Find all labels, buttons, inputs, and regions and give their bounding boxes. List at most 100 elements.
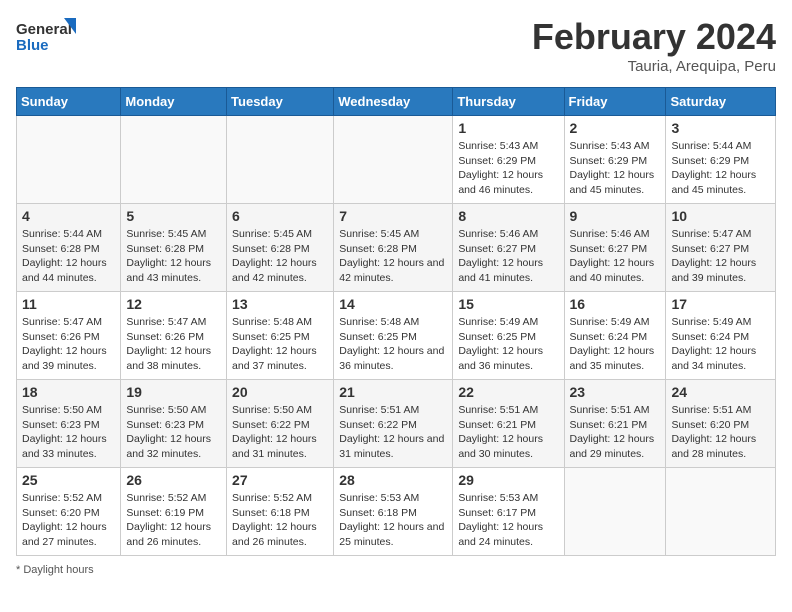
- calendar-cell: 21Sunrise: 5:51 AM Sunset: 6:22 PM Dayli…: [334, 380, 453, 468]
- title-area: February 2024 Tauria, Arequipa, Peru: [532, 16, 776, 75]
- day-info: Sunrise: 5:52 AM Sunset: 6:18 PM Dayligh…: [232, 491, 328, 550]
- day-number: 18: [22, 384, 115, 400]
- calendar-cell: 1 Sunrise: 5:43 AM Sunset: 6:29 PM Daylig…: [453, 116, 564, 204]
- day-info: Sunrise: 5:47 AM Sunset: 6:26 PM Dayligh…: [22, 315, 115, 374]
- calendar-header: SundayMondayTuesdayWednesdayThursdayFrid…: [17, 88, 776, 116]
- header-cell-friday: Friday: [564, 88, 666, 116]
- header: General Blue February 2024 Tauria, Arequ…: [16, 16, 776, 75]
- calendar-cell: 28 Sunrise: 5:53 AM Sunset: 6:18 PM Dayli…: [334, 468, 453, 556]
- day-info: Sunrise: 5:47 AM Sunset: 6:26 PM Dayligh…: [126, 315, 221, 374]
- day-number: 26: [126, 472, 221, 488]
- calendar-cell: [666, 468, 776, 556]
- header-cell-wednesday: Wednesday: [334, 88, 453, 116]
- day-info: Sunrise: 5:45 AM Sunset: 6:28 PM Dayligh…: [126, 227, 221, 286]
- calendar-cell: [334, 116, 453, 204]
- calendar-cell: 22 Sunrise: 5:51 AM Sunset: 6:21 PM Dayli…: [453, 380, 564, 468]
- day-number: 22: [458, 384, 558, 400]
- day-info: Sunrise: 5:48 AM Sunset: 6:25 PM Dayligh…: [339, 315, 447, 374]
- calendar-cell: 3Sunrise: 5:44 AM Sunset: 6:29 PM Daylig…: [666, 116, 776, 204]
- calendar-cell: 7 Sunrise: 5:45 AM Sunset: 6:28 PM Daylig…: [334, 204, 453, 292]
- calendar-cell: 11 Sunrise: 5:47 AM Sunset: 6:26 PM Dayli…: [17, 292, 121, 380]
- calendar-cell: 19Sunrise: 5:50 AM Sunset: 6:23 PM Dayli…: [121, 380, 227, 468]
- svg-text:General: General: [16, 21, 72, 38]
- calendar-cell: 20 Sunrise: 5:50 AM Sunset: 6:22 PM Dayli…: [227, 380, 334, 468]
- day-info: Sunrise: 5:46 AM Sunset: 6:27 PM Dayligh…: [570, 227, 661, 286]
- svg-text:Blue: Blue: [16, 37, 49, 54]
- calendar-cell: 6 Sunrise: 5:45 AM Sunset: 6:28 PM Daylig…: [227, 204, 334, 292]
- day-number: 27: [232, 472, 328, 488]
- calendar-body: 1 Sunrise: 5:43 AM Sunset: 6:29 PM Daylig…: [17, 116, 776, 556]
- calendar-cell: 5Sunrise: 5:45 AM Sunset: 6:28 PM Daylig…: [121, 204, 227, 292]
- calendar-cell: 9 Sunrise: 5:46 AM Sunset: 6:27 PM Daylig…: [564, 204, 666, 292]
- header-cell-monday: Monday: [121, 88, 227, 116]
- day-info: Sunrise: 5:47 AM Sunset: 6:27 PM Dayligh…: [671, 227, 770, 286]
- calendar-cell: [227, 116, 334, 204]
- calendar-cell: 13Sunrise: 5:48 AM Sunset: 6:25 PM Dayli…: [227, 292, 334, 380]
- calendar-cell: 27 Sunrise: 5:52 AM Sunset: 6:18 PM Dayli…: [227, 468, 334, 556]
- day-info: Sunrise: 5:51 AM Sunset: 6:21 PM Dayligh…: [458, 403, 558, 462]
- week-row-2: 4 Sunrise: 5:44 AM Sunset: 6:28 PM Daylig…: [17, 204, 776, 292]
- calendar-cell: 2Sunrise: 5:43 AM Sunset: 6:29 PM Daylig…: [564, 116, 666, 204]
- calendar-cell: 8 Sunrise: 5:46 AM Sunset: 6:27 PM Daylig…: [453, 204, 564, 292]
- calendar-cell: 26 Sunrise: 5:52 AM Sunset: 6:19 PM Dayli…: [121, 468, 227, 556]
- week-row-5: 25Sunrise: 5:52 AM Sunset: 6:20 PM Dayli…: [17, 468, 776, 556]
- day-info: Sunrise: 5:44 AM Sunset: 6:28 PM Dayligh…: [22, 227, 115, 286]
- calendar-cell: 24Sunrise: 5:51 AM Sunset: 6:20 PM Dayli…: [666, 380, 776, 468]
- day-info: Sunrise: 5:52 AM Sunset: 6:19 PM Dayligh…: [126, 491, 221, 550]
- day-number: 20: [232, 384, 328, 400]
- day-info: Sunrise: 5:46 AM Sunset: 6:27 PM Dayligh…: [458, 227, 558, 286]
- day-number: 28: [339, 472, 447, 488]
- header-cell-thursday: Thursday: [453, 88, 564, 116]
- day-info: Sunrise: 5:50 AM Sunset: 6:23 PM Dayligh…: [22, 403, 115, 462]
- calendar-cell: [564, 468, 666, 556]
- day-number: 7: [339, 208, 447, 224]
- calendar-cell: 15 Sunrise: 5:49 AM Sunset: 6:25 PM Dayli…: [453, 292, 564, 380]
- calendar-cell: 12 Sunrise: 5:47 AM Sunset: 6:26 PM Dayli…: [121, 292, 227, 380]
- header-cell-tuesday: Tuesday: [227, 88, 334, 116]
- day-number: 8: [458, 208, 558, 224]
- day-number: 3: [671, 120, 770, 136]
- day-info: Sunrise: 5:45 AM Sunset: 6:28 PM Dayligh…: [339, 227, 447, 286]
- header-row: SundayMondayTuesdayWednesdayThursdayFrid…: [17, 88, 776, 116]
- day-number: 6: [232, 208, 328, 224]
- day-info: Sunrise: 5:50 AM Sunset: 6:22 PM Dayligh…: [232, 403, 328, 462]
- calendar-cell: 25Sunrise: 5:52 AM Sunset: 6:20 PM Dayli…: [17, 468, 121, 556]
- week-row-4: 18 Sunrise: 5:50 AM Sunset: 6:23 PM Dayli…: [17, 380, 776, 468]
- day-info: Sunrise: 5:51 AM Sunset: 6:22 PM Dayligh…: [339, 403, 447, 462]
- day-number: 11: [22, 296, 115, 312]
- calendar-cell: 14 Sunrise: 5:48 AM Sunset: 6:25 PM Dayli…: [334, 292, 453, 380]
- day-info: Sunrise: 5:45 AM Sunset: 6:28 PM Dayligh…: [232, 227, 328, 286]
- day-info: Sunrise: 5:43 AM Sunset: 6:29 PM Dayligh…: [570, 139, 661, 198]
- week-row-3: 11 Sunrise: 5:47 AM Sunset: 6:26 PM Dayli…: [17, 292, 776, 380]
- day-number: 14: [339, 296, 447, 312]
- day-number: 23: [570, 384, 661, 400]
- calendar-cell: 23Sunrise: 5:51 AM Sunset: 6:21 PM Dayli…: [564, 380, 666, 468]
- day-info: Sunrise: 5:50 AM Sunset: 6:23 PM Dayligh…: [126, 403, 221, 462]
- footer-note: * Daylight hours: [16, 564, 776, 576]
- day-number: 29: [458, 472, 558, 488]
- day-number: 12: [126, 296, 221, 312]
- day-info: Sunrise: 5:49 AM Sunset: 6:24 PM Dayligh…: [570, 315, 661, 374]
- header-cell-sunday: Sunday: [17, 88, 121, 116]
- day-info: Sunrise: 5:53 AM Sunset: 6:18 PM Dayligh…: [339, 491, 447, 550]
- calendar-cell: 29 Sunrise: 5:53 AM Sunset: 6:17 PM Dayli…: [453, 468, 564, 556]
- day-info: Sunrise: 5:49 AM Sunset: 6:25 PM Dayligh…: [458, 315, 558, 374]
- calendar-cell: 10 Sunrise: 5:47 AM Sunset: 6:27 PM Dayli…: [666, 204, 776, 292]
- generalblue-logo-icon: General Blue: [16, 16, 76, 58]
- header-cell-saturday: Saturday: [666, 88, 776, 116]
- day-number: 4: [22, 208, 115, 224]
- calendar-table: SundayMondayTuesdayWednesdayThursdayFrid…: [16, 87, 776, 556]
- day-number: 1: [458, 120, 558, 136]
- footer-note-text: Daylight hours: [23, 564, 93, 576]
- day-number: 15: [458, 296, 558, 312]
- logo: General Blue: [16, 16, 76, 58]
- calendar-cell: [17, 116, 121, 204]
- day-number: 9: [570, 208, 661, 224]
- day-number: 17: [671, 296, 770, 312]
- day-info: Sunrise: 5:43 AM Sunset: 6:29 PM Dayligh…: [458, 139, 558, 198]
- day-info: Sunrise: 5:53 AM Sunset: 6:17 PM Dayligh…: [458, 491, 558, 550]
- calendar-cell: 17Sunrise: 5:49 AM Sunset: 6:24 PM Dayli…: [666, 292, 776, 380]
- day-number: 10: [671, 208, 770, 224]
- calendar-cell: 18 Sunrise: 5:50 AM Sunset: 6:23 PM Dayli…: [17, 380, 121, 468]
- main-title: February 2024: [532, 16, 776, 58]
